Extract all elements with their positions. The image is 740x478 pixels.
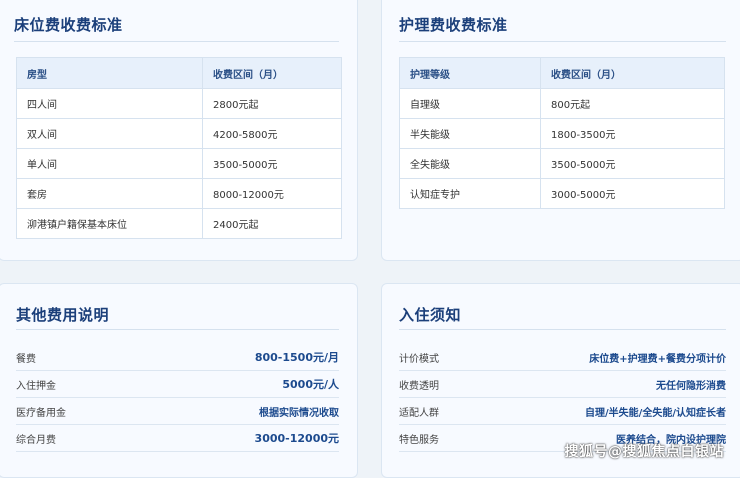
care-level-cell: 认知症专护 [399,178,541,209]
item-label: 特色服务 [399,434,439,446]
item-label: 综合月费 [16,434,56,446]
column-header-care-level: 护理等级 [399,57,541,89]
care-fee-title-divider [399,41,726,42]
room-type-cell: 双人间 [16,118,203,149]
bed-fee-title: 床位费收费标准 [14,16,123,34]
admission-notice-list: 计价模式 床位费+护理费+餐费分项计价 收费透明 无任何隐形消费 适配人群 自理… [399,344,726,452]
table-row: 泖港镇户籍保基本床位 2400元起 [16,208,342,239]
item-value: 根据实际情况收取 [259,407,339,419]
bed-fee-title-divider [14,41,339,42]
item-value: 3000-12000元 [254,432,339,445]
bed-fee-table: 房型 收费区间（月） 四人间 2800元起 双人间 4200-5800元 单人间… [16,57,342,239]
care-level-cell: 半失能级 [399,118,541,149]
care-level-cell: 自理级 [399,88,541,119]
other-fee-list: 餐费 800-1500元/月 入住押金 5000元/人 医疗备用金 根据实际情况… [16,344,339,452]
table-row: 认知症专护 3000-5000元 [399,178,725,209]
watermark: 搜狐号@搜狐焦点白银站 [564,444,724,460]
other-fee-card: 其他费用说明 餐费 800-1500元/月 入住押金 5000元/人 医疗备用金… [0,283,358,478]
price-cell: 3500-5000元 [202,148,342,179]
room-type-cell: 泖港镇户籍保基本床位 [16,208,203,239]
bed-fee-card: 床位费收费标准 房型 收费区间（月） 四人间 2800元起 双人间 4200-5… [0,0,358,261]
item-label: 餐费 [16,353,36,365]
table-row: 四人间 2800元起 [16,88,342,119]
table-header-row: 房型 收费区间（月） [16,57,342,89]
item-label: 计价模式 [399,353,439,365]
list-item: 综合月费 3000-12000元 [16,425,339,452]
item-value: 无任何隐形消费 [656,380,726,392]
price-cell: 800元起 [540,88,725,119]
price-cell: 4200-5800元 [202,118,342,149]
other-fee-title-divider [16,329,339,330]
care-fee-title: 护理费收费标准 [399,16,508,34]
item-value: 800-1500元/月 [254,351,339,364]
item-value: 自理/半失能/全失能/认知症长者 [585,407,726,419]
price-cell: 3500-5000元 [540,148,725,179]
list-item: 适配人群 自理/半失能/全失能/认知症长者 [399,398,726,425]
room-type-cell: 四人间 [16,88,203,119]
column-header-room-type: 房型 [16,57,203,89]
list-item: 入住押金 5000元/人 [16,371,339,398]
admission-notice-title-divider [399,329,726,330]
item-label: 适配人群 [399,407,439,419]
table-row: 双人间 4200-5800元 [16,118,342,149]
price-cell: 2800元起 [202,88,342,119]
table-row: 单人间 3500-5000元 [16,148,342,179]
price-cell: 8000-12000元 [202,178,342,209]
table-row: 套房 8000-12000元 [16,178,342,209]
list-item: 餐费 800-1500元/月 [16,344,339,371]
price-cell: 3000-5000元 [540,178,725,209]
item-value: 5000元/人 [282,378,339,391]
room-type-cell: 单人间 [16,148,203,179]
table-row: 全失能级 3500-5000元 [399,148,725,179]
other-fee-title: 其他费用说明 [16,306,110,324]
price-cell: 2400元起 [202,208,342,239]
list-item: 医疗备用金 根据实际情况收取 [16,398,339,425]
care-fee-table: 护理等级 收费区间（月） 自理级 800元起 半失能级 1800-3500元 全… [399,57,725,209]
column-header-price-range: 收费区间（月） [540,57,725,89]
table-row: 半失能级 1800-3500元 [399,118,725,149]
item-label: 医疗备用金 [16,407,66,419]
care-level-cell: 全失能级 [399,148,541,179]
item-label: 入住押金 [16,380,56,392]
table-row: 自理级 800元起 [399,88,725,119]
list-item: 计价模式 床位费+护理费+餐费分项计价 [399,344,726,371]
room-type-cell: 套房 [16,178,203,209]
care-fee-card: 护理费收费标准 护理等级 收费区间（月） 自理级 800元起 半失能级 1800… [381,0,740,261]
column-header-price-range: 收费区间（月） [202,57,342,89]
admission-notice-title: 入住须知 [399,306,462,324]
item-label: 收费透明 [399,380,439,392]
table-header-row: 护理等级 收费区间（月） [399,57,725,89]
item-value: 床位费+护理费+餐费分项计价 [589,353,726,365]
price-cell: 1800-3500元 [540,118,725,149]
list-item: 收费透明 无任何隐形消费 [399,371,726,398]
